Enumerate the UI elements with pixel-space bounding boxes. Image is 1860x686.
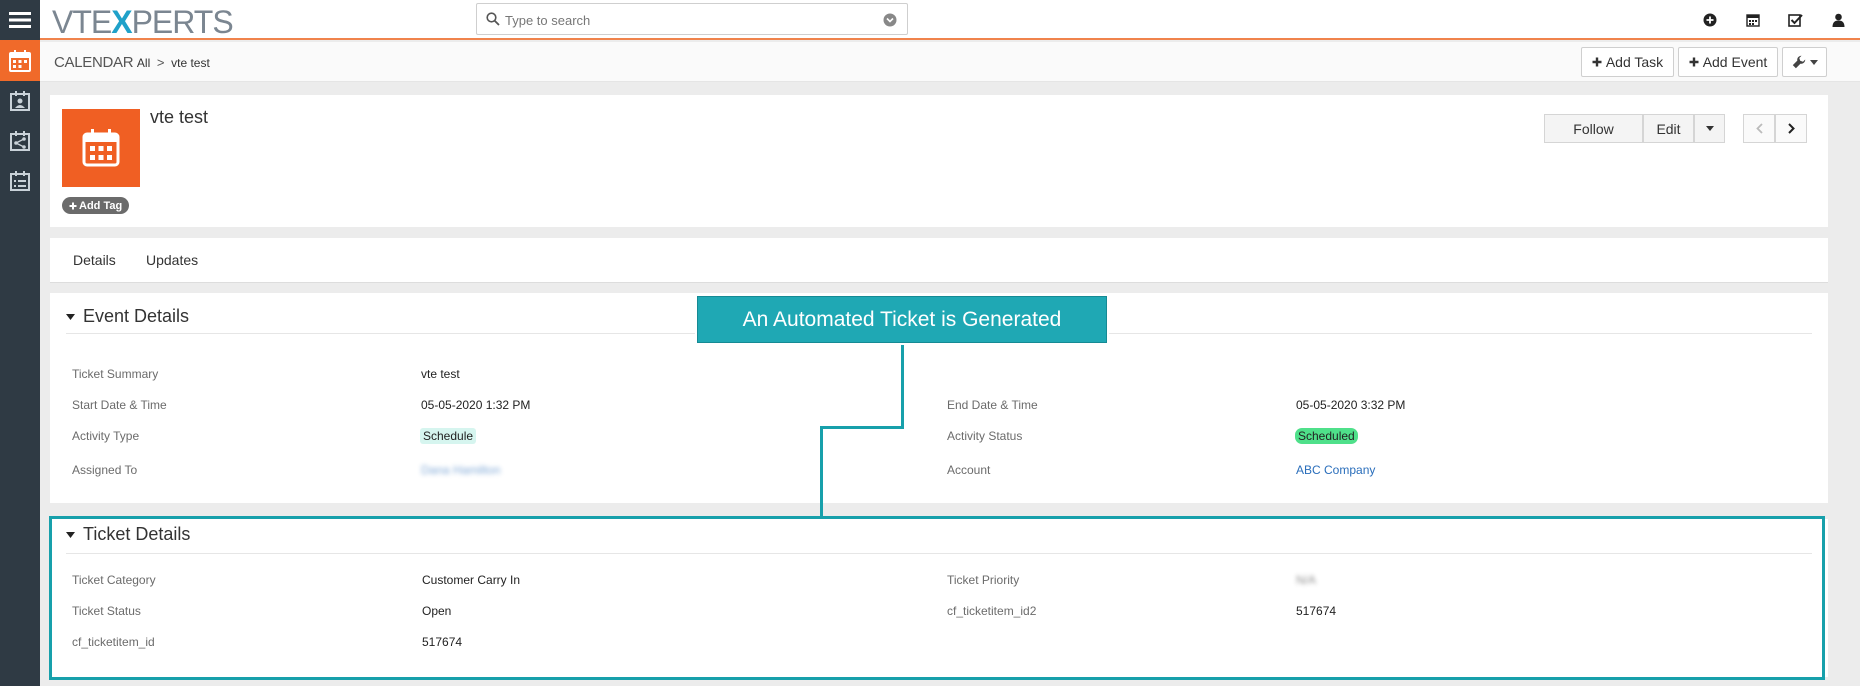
breadcrumb-separator: >: [156, 55, 165, 70]
breadcrumb-bar: CALENDAR All > vte test Add Task Add Eve…: [40, 42, 1860, 82]
plus-icon: [1592, 57, 1602, 67]
caret-down-icon: [66, 313, 75, 320]
wrench-icon: [1792, 55, 1805, 69]
calendar-icon: [1745, 14, 1760, 27]
account-link[interactable]: ABC Company: [1296, 463, 1375, 477]
hamburger-icon: [9, 12, 31, 28]
breadcrumb-record: vte test: [171, 56, 210, 70]
vtexperts-logo[interactable]: VTEXPERTS: [52, 4, 234, 41]
sidebar-item-list[interactable]: [0, 161, 40, 201]
tab-updates[interactable]: Updates: [146, 252, 198, 268]
annotation-connector: [901, 343, 904, 428]
ticket-summary-value: vte test: [421, 367, 460, 381]
list-icon: [10, 171, 30, 191]
checkbox-icon: [1788, 13, 1803, 27]
record-title: vte test: [150, 107, 209, 127]
record-avatar: [62, 109, 140, 187]
next-record-button[interactable]: [1775, 114, 1807, 143]
field-label: Assigned To: [72, 463, 138, 477]
breadcrumb-module[interactable]: CALENDAR: [54, 54, 134, 71]
hamburger-menu-button[interactable]: [0, 0, 40, 40]
edit-button[interactable]: Edit: [1643, 114, 1694, 143]
plus-icon: [1689, 57, 1699, 67]
annotation-connector: [820, 426, 904, 429]
field-label: Start Date & Time: [72, 398, 167, 412]
search-icon: [486, 12, 500, 26]
record-header: vte test Add Tag Follow Edit: [50, 95, 1828, 227]
global-search[interactable]: Type to search: [476, 3, 908, 35]
tab-details[interactable]: Details: [73, 252, 116, 268]
left-sidebar: [0, 0, 40, 686]
caret-down-icon: [1705, 126, 1714, 131]
sidebar-item-shared[interactable]: [0, 121, 40, 161]
calendar-shortcut-button[interactable]: [1731, 13, 1774, 27]
more-actions-dropdown[interactable]: [1694, 114, 1725, 143]
field-label: Activity Type: [72, 429, 140, 443]
breadcrumb: CALENDAR All > vte test: [54, 54, 210, 71]
end-datetime-value: 05-05-2020 3:32 PM: [1296, 398, 1406, 412]
share-icon: [10, 131, 30, 151]
field-label: Account: [947, 463, 991, 477]
search-input[interactable]: Type to search: [505, 13, 590, 28]
plus-icon: [69, 202, 77, 209]
add-tag-button[interactable]: Add Tag: [62, 197, 130, 214]
breadcrumb-filter[interactable]: All: [137, 56, 150, 70]
tasks-shortcut-button[interactable]: [1774, 13, 1817, 28]
sidebar-item-contacts[interactable]: [0, 81, 40, 121]
add-task-button[interactable]: Add Task: [1581, 47, 1674, 77]
annotation-connector: [820, 426, 823, 518]
add-event-button[interactable]: Add Event: [1678, 47, 1778, 77]
top-bar: VTEXPERTS Type to search: [40, 0, 1860, 40]
top-icons: [1688, 0, 1860, 40]
contacts-icon: [10, 91, 30, 111]
follow-button[interactable]: Follow: [1544, 114, 1643, 143]
assigned-to-link[interactable]: Dana Hamilton: [421, 463, 500, 477]
field-label: Activity Status: [947, 429, 1023, 443]
chevron-right-icon: [1787, 123, 1795, 134]
plus-circle-icon: [1703, 13, 1716, 27]
event-details-header[interactable]: Event Details: [66, 306, 189, 327]
field-label: End Date & Time: [947, 398, 1038, 412]
field-label: Ticket Summary: [72, 367, 159, 381]
annotation-callout: An Automated Ticket is Generated: [695, 294, 1109, 345]
sidebar-item-calendar[interactable]: [0, 40, 40, 81]
annotation-highlight-frame: [49, 516, 1825, 680]
previous-record-button[interactable]: [1743, 114, 1775, 143]
caret-down-icon: [1809, 59, 1818, 65]
chevron-down-icon[interactable]: [883, 13, 897, 27]
quick-create-button[interactable]: [1688, 13, 1731, 27]
start-datetime-value: 05-05-2020 1:32 PM: [421, 398, 531, 412]
settings-dropdown-button[interactable]: [1782, 47, 1827, 77]
user-icon: [1832, 13, 1845, 27]
calendar-icon: [9, 49, 31, 72]
activity-type-badge: Schedule: [420, 428, 477, 444]
calendar-icon: [82, 129, 120, 167]
chevron-left-icon: [1755, 123, 1763, 134]
record-tabs: Details Updates: [50, 238, 1828, 283]
activity-status-badge: Scheduled: [1295, 428, 1358, 444]
user-menu-button[interactable]: [1817, 13, 1860, 27]
